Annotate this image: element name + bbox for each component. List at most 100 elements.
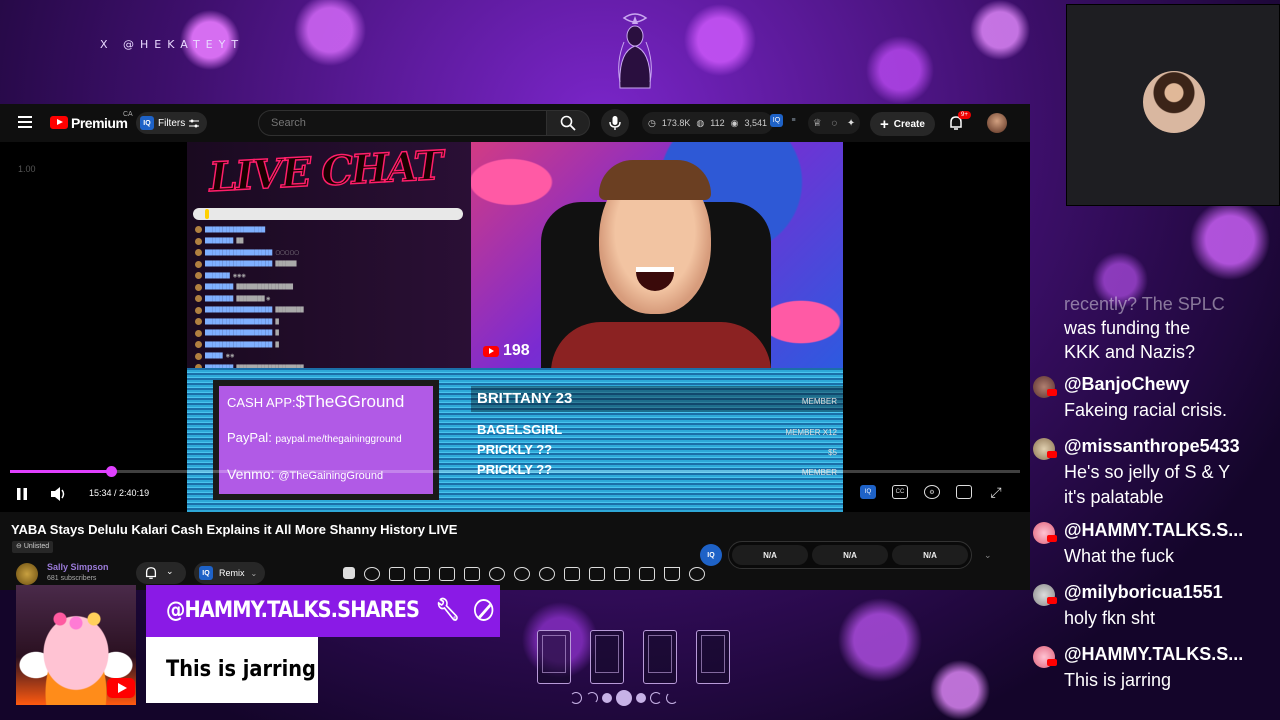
video-title: YABA Stays Delulu Kalari Cash Explains i…: [11, 522, 458, 537]
volume-icon[interactable]: [50, 486, 68, 502]
sliders-icon: [189, 119, 200, 127]
user-avatar: [1033, 584, 1057, 606]
subscription-bell-button[interactable]: ⌄: [136, 562, 186, 584]
youtube-topbar: Premium CA IQ Filters ◷ 173.8K ◍ 112 ◉ 3,54…: [0, 104, 1030, 142]
filters-button[interactable]: IQ Filters: [136, 112, 208, 134]
webcam-avatar: [1143, 71, 1205, 133]
goddess-logo-icon: [618, 13, 652, 89]
venmo-label: Venmo:: [227, 466, 275, 482]
cashapp-line: CASH APP:$TheGGround: [227, 392, 404, 412]
image-icon[interactable]: [439, 567, 455, 581]
settings-gear-icon[interactable]: ⚙: [924, 485, 940, 499]
progress-fill: [10, 470, 111, 473]
paypal-line: PayPal: paypal.me/thegainingground: [227, 430, 402, 445]
search-button[interactable]: [546, 110, 590, 136]
donation-info: CASH APP:$TheGGround PayPal: paypal.me/t…: [213, 380, 439, 500]
featured-username: @HAMMY.TALKS.SHARES 🔧︎: [166, 598, 494, 623]
embedded-chat-lines: █████████████████ ████████ ██ ██████████…: [195, 224, 467, 374]
list-item: ████████ ████████████████: [195, 282, 467, 293]
repeat-icon[interactable]: [318, 567, 334, 581]
youtube-brand[interactable]: Premium: [71, 115, 128, 131]
extension-toolbar: ♕ ◌ ✦: [808, 112, 860, 134]
list-item: █████████████████: [195, 224, 467, 235]
stop-icon[interactable]: [343, 567, 355, 579]
bell-icon: [145, 567, 157, 579]
calendar-icon[interactable]: [414, 567, 430, 581]
progress-scrubber[interactable]: [106, 466, 117, 477]
list-item: ███████████████████ █: [195, 316, 467, 327]
video-player[interactable]: 1.00 LIVE CHAT █████████████████ ███████…: [0, 142, 1030, 512]
iq-extension-icon[interactable]: IQ: [770, 114, 783, 127]
embedded-live-chat: LIVE CHAT █████████████████ ████████ ██ …: [187, 142, 471, 371]
moderator-ban-icon: [473, 599, 494, 621]
embedded-chat-header: [193, 208, 463, 220]
window-icon[interactable]: [464, 567, 480, 581]
flask-icon[interactable]: [664, 567, 680, 581]
chevron-down-icon[interactable]: ⌄: [984, 550, 992, 561]
create-button[interactable]: + Create: [870, 112, 935, 136]
member-name: BRITTANY 23: [477, 390, 573, 407]
plus-icon: +: [880, 115, 889, 133]
chat-username: @BanjoChewy: [1064, 374, 1190, 394]
captions-icon[interactable]: CC: [892, 485, 908, 499]
list-extension-icon[interactable]: ≡: [787, 114, 800, 127]
speedometer-icon[interactable]: [514, 567, 530, 581]
stat-pill[interactable]: N/A: [732, 545, 808, 565]
featured-name-bar: @HAMMY.TALKS.SHARES 🔧︎: [146, 585, 500, 637]
video-frame[interactable]: LIVE CHAT █████████████████ ████████ ██ …: [187, 142, 843, 512]
featured-username-text: @HAMMY.TALKS.SHARES: [166, 598, 420, 623]
venmo-line: Venmo: @TheGainingGround: [227, 466, 383, 482]
picture-in-picture-icon[interactable]: [564, 567, 580, 581]
list-item: █████ ◉◉: [195, 351, 467, 362]
camera-icon[interactable]: [489, 567, 505, 581]
youtube-icon: [1047, 451, 1057, 458]
na-pills: N/A N/A N/A: [728, 541, 972, 569]
video-stats: ◷ 173.8K ◍ 112 ◉ 3,541: [642, 112, 773, 134]
user-avatar: [1033, 376, 1057, 398]
search-input[interactable]: [259, 111, 547, 135]
miniplayer-icon[interactable]: [956, 485, 972, 499]
iq-stats-group: IQ N/A N/A N/A ⌄: [700, 540, 992, 570]
columns-icon[interactable]: [589, 567, 605, 581]
remix-button[interactable]: IQ Remix ⌄: [194, 562, 266, 584]
moon-phase-icon: [666, 692, 678, 704]
iq-player-icon[interactable]: IQ: [860, 485, 876, 499]
youtube-logo-icon[interactable]: [50, 116, 68, 129]
screenshot-icon[interactable]: [639, 567, 655, 581]
partial-chat-message: recently? The SPLC was funding the KKK a…: [1064, 292, 1225, 364]
youtube-window: Premium CA IQ Filters ◷ 173.8K ◍ 112 ◉ 3,54…: [0, 104, 1030, 590]
list-item: ███████████████████ ██████: [195, 259, 467, 270]
youtube-icon: [1047, 389, 1057, 396]
hamburger-menu-icon[interactable]: [18, 116, 32, 128]
search-field[interactable]: [258, 110, 548, 136]
rows-icon[interactable]: [614, 567, 630, 581]
progress-bar[interactable]: [10, 466, 1020, 477]
list-item: ████████ ████████ ◉: [195, 293, 467, 304]
fullscreen-icon[interactable]: ⤢: [988, 484, 1004, 500]
channel-avatar[interactable]: [16, 563, 38, 585]
comment-icon[interactable]: ◌: [831, 118, 837, 129]
cashapp-value: $TheGGround: [295, 392, 405, 411]
member-list: BRITTANY 23 MEMBER BAGELSGIRL MEMBER X12…: [471, 376, 843, 512]
iq-icon[interactable]: IQ: [700, 544, 722, 566]
chat-text: holy fkn sht: [1064, 608, 1156, 628]
timer-icon[interactable]: [539, 567, 555, 581]
paypal-value: paypal.me/thegainingground: [275, 434, 402, 445]
clock-icon: ◷: [648, 117, 656, 128]
voice-search-button[interactable]: [601, 109, 629, 137]
broadcast-icon[interactable]: [364, 567, 380, 581]
notification-badge: 9+: [958, 111, 971, 119]
pause-icon[interactable]: [14, 486, 30, 502]
channel-name[interactable]: Sally Simpson: [47, 562, 109, 572]
region-code: CA: [123, 111, 133, 118]
sparkle-icon[interactable]: ✦: [847, 118, 855, 129]
stat-pill[interactable]: N/A: [812, 545, 888, 565]
screen-icon[interactable]: [389, 567, 405, 581]
likes-count: 112: [710, 118, 725, 128]
social-handle: X @HEKATEYT: [100, 38, 245, 51]
speed-label: 1.00: [18, 164, 36, 174]
stat-pill[interactable]: N/A: [892, 545, 968, 565]
trophy-icon[interactable]: ♕: [813, 118, 822, 129]
profile-avatar[interactable]: [987, 113, 1007, 133]
chat-text: What the fuck: [1064, 546, 1175, 566]
